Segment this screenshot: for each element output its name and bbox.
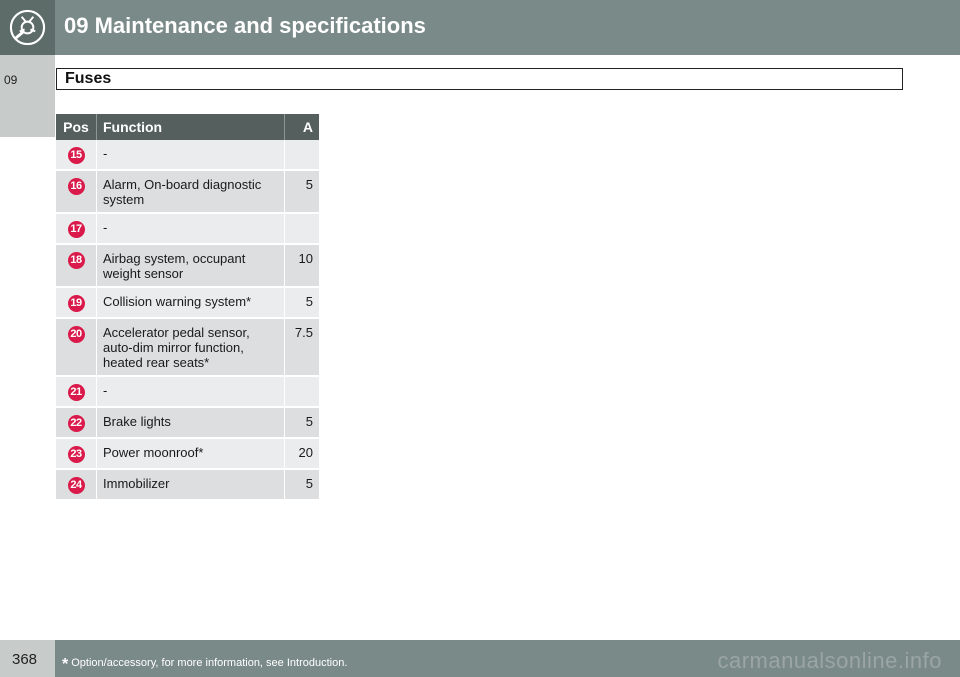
- column-header-pos: Pos: [56, 114, 97, 140]
- pos-cell: 19: [56, 288, 97, 319]
- chapter-tab: 09: [0, 55, 55, 137]
- amp-cell: [285, 140, 319, 171]
- fuse-table: Pos Function A 15 - 16 Alarm, On-board d…: [56, 114, 319, 501]
- table-row: 17 -: [56, 214, 319, 245]
- amp-cell: [285, 214, 319, 245]
- table-row: 21 -: [56, 377, 319, 408]
- column-header-amp: A: [285, 114, 319, 140]
- chapter-title: 09 Maintenance and specifications: [64, 13, 426, 38]
- page-footer: 368 * Option/accessory, for more informat…: [0, 640, 960, 677]
- fuse-number-badge: 16: [67, 178, 85, 195]
- table-row: 18 Airbag system, occupant weight sensor…: [56, 245, 319, 288]
- table-header-row: Pos Function A: [56, 114, 319, 140]
- chapter-tab-label: 09: [4, 73, 18, 87]
- table-row: 23 Power moonroof* 20: [56, 439, 319, 470]
- pos-cell: 24: [56, 470, 97, 501]
- function-cell: Brake lights: [97, 408, 285, 439]
- table-row: 24 Immobilizer 5: [56, 470, 319, 501]
- table-row: 19 Collision warning system* 5: [56, 288, 319, 319]
- section-heading: Fuses: [56, 68, 903, 90]
- amp-cell: 20: [285, 439, 319, 470]
- column-header-function: Function: [97, 114, 285, 140]
- page-number-box: 368: [0, 640, 55, 677]
- chapter-logo: [0, 0, 55, 55]
- section-title: Fuses: [65, 70, 112, 87]
- pos-cell: 22: [56, 408, 97, 439]
- fuse-number-badge: 15: [67, 147, 85, 164]
- pos-cell: 23: [56, 439, 97, 470]
- fuse-number-badge: 18: [67, 252, 85, 269]
- wrench-gear-icon: [9, 9, 46, 46]
- function-cell: Power moonroof*: [97, 439, 285, 470]
- footnote-text: Option/accessory, for more information, …: [71, 657, 348, 669]
- fuse-number-badge: 21: [67, 384, 85, 401]
- table-row: 16 Alarm, On-board diagnostic system 5: [56, 171, 319, 214]
- fuse-number-badge: 24: [67, 477, 85, 494]
- pos-cell: 15: [56, 140, 97, 171]
- pos-cell: 21: [56, 377, 97, 408]
- function-cell: Airbag system, occupant weight sensor: [97, 245, 285, 288]
- function-cell: Accelerator pedal sensor, auto-dim mirro…: [97, 319, 285, 377]
- amp-cell: 5: [285, 470, 319, 501]
- footnote: * Option/accessory, for more information,…: [62, 653, 348, 673]
- fuse-number-badge: 20: [67, 326, 85, 343]
- function-cell: Alarm, On-board diagnostic system: [97, 171, 285, 214]
- amp-cell: 5: [285, 408, 319, 439]
- fuse-number-badge: 23: [67, 446, 85, 463]
- amp-cell: 10: [285, 245, 319, 288]
- pos-cell: 17: [56, 214, 97, 245]
- pos-cell: 20: [56, 319, 97, 377]
- amp-cell: 7.5: [285, 319, 319, 377]
- amp-cell: [285, 377, 319, 408]
- table-row: 22 Brake lights 5: [56, 408, 319, 439]
- function-cell: Immobilizer: [97, 470, 285, 501]
- amp-cell: 5: [285, 171, 319, 214]
- fuse-number-badge: 22: [67, 415, 85, 432]
- page-number: 368: [12, 651, 38, 668]
- page-header: 09 Maintenance and specifications: [0, 0, 960, 55]
- function-cell: -: [97, 377, 285, 408]
- watermark: carmanualsonline.info: [717, 648, 942, 673]
- table-row: 20 Accelerator pedal sensor, auto-dim mi…: [56, 319, 319, 377]
- fuse-number-badge: 19: [67, 295, 85, 312]
- amp-cell: 5: [285, 288, 319, 319]
- function-cell: Collision warning system*: [97, 288, 285, 319]
- pos-cell: 16: [56, 171, 97, 214]
- function-cell: -: [97, 214, 285, 245]
- function-cell: -: [97, 140, 285, 171]
- pos-cell: 18: [56, 245, 97, 288]
- table-row: 15 -: [56, 140, 319, 171]
- fuse-number-badge: 17: [67, 221, 85, 238]
- footnote-star: *: [62, 656, 69, 673]
